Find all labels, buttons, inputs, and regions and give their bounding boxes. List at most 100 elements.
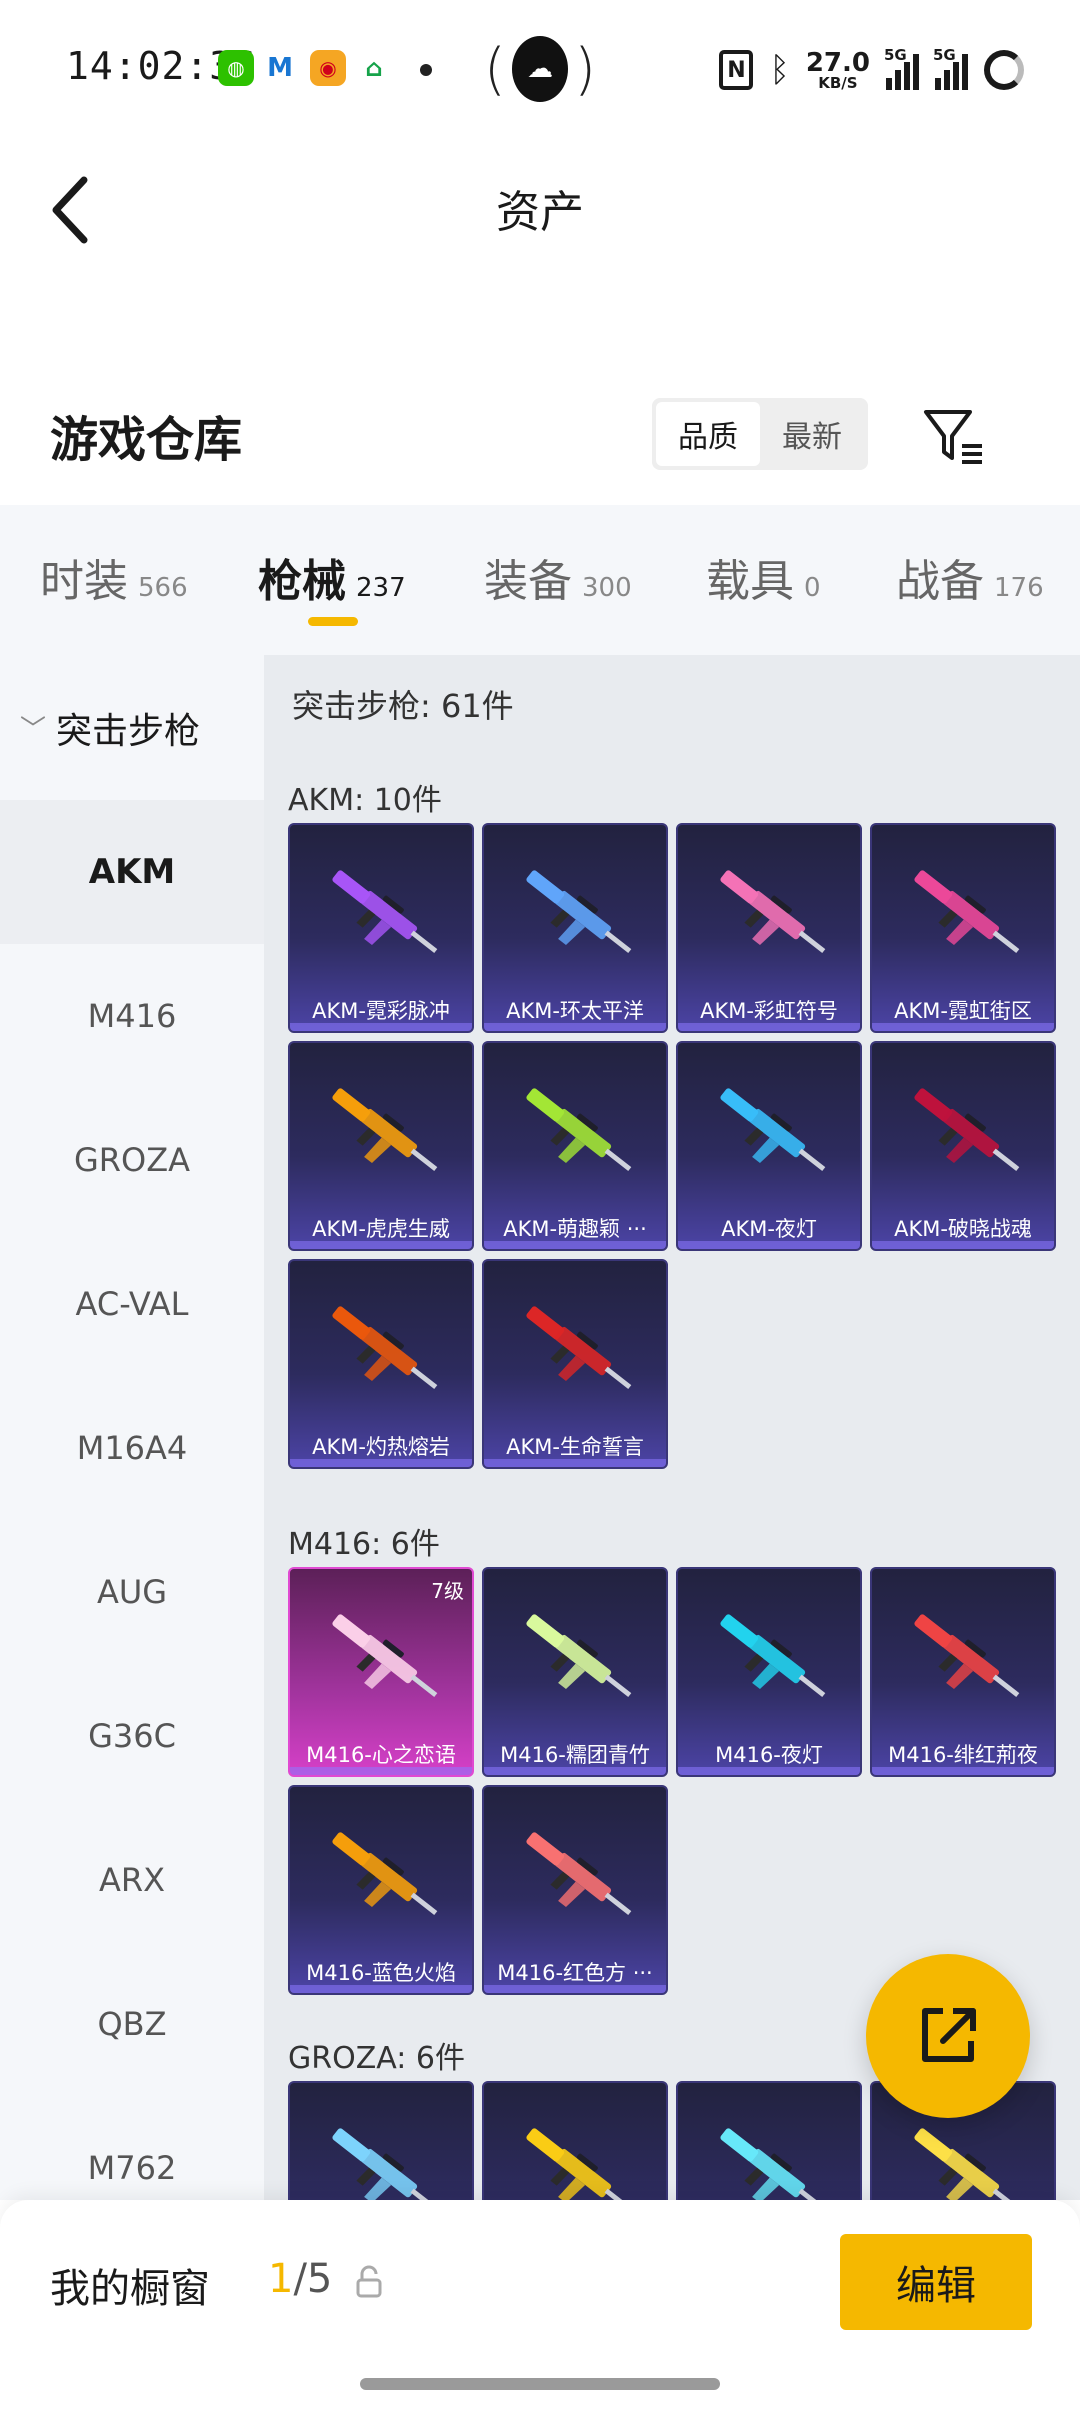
sidebar-item-arx[interactable]: ARX: [0, 1808, 264, 1952]
weapon-skin-image: [332, 1832, 438, 1916]
sort-toggle: 品质 最新: [652, 398, 868, 470]
bluetooth-icon: ᛒ: [769, 50, 790, 90]
active-tab-indicator: [308, 617, 358, 626]
sidebar-item-groza[interactable]: GROZA: [0, 1088, 264, 1232]
net-speed: 27.0 KB/S: [805, 47, 870, 92]
group-title: AKM: 10件: [288, 783, 442, 818]
status-bar: 14:02:36 ◍ M ◉ ⌂ ( ☁ ) N ᛒ 27.0 KB/S 5G …: [0, 0, 1080, 140]
weapon-card[interactable]: AKM-彩虹符号: [676, 823, 862, 1033]
page-title: 资产: [496, 187, 584, 238]
tab-vehicles[interactable]: 载具 0: [706, 545, 821, 609]
weapon-name: AKM-环太平洋: [506, 999, 644, 1023]
sidebar-item-ac-val[interactable]: AC-VAL: [0, 1232, 264, 1376]
weapon-name: M416-绯红荊夜: [888, 1743, 1038, 1767]
weapon-skin-image: [914, 870, 1020, 954]
sidebar-category-header[interactable]: ﹀ 突击步枪: [0, 655, 264, 800]
weapon-name: AKM-灼热熔岩: [312, 1435, 450, 1459]
weapon-name: AKM-霓彩脉冲: [312, 999, 450, 1023]
weapon-skin-image: [914, 1088, 1020, 1172]
weapon-sidebar: ﹀ 突击步枪 AKM M416 GROZA AC-VAL M16A4 AUG G36C ARX…: [0, 655, 264, 2200]
showcase-bar: 我的橱窗 1/5 编辑: [0, 2200, 1080, 2412]
lock-icon: [356, 2265, 382, 2298]
weapon-skin-image: [720, 870, 826, 954]
content-summary: 突击步枪: 61件: [292, 687, 514, 725]
weapon-name: AKM-生命誓言: [506, 1435, 644, 1459]
weapon-skin-image: [332, 2128, 438, 2200]
sidebar-item-aug[interactable]: AUG: [0, 1520, 264, 1664]
hotspot-pill: ( ☁ ): [484, 36, 596, 102]
weapon-name: AKM-彩虹符号: [700, 999, 838, 1023]
weapon-card[interactable]: M416-夜灯: [676, 1567, 862, 1777]
weapon-card[interactable]: M416-蓝色火焰: [288, 1785, 474, 1995]
share-button[interactable]: [866, 1954, 1030, 2118]
weibo-icon: ◉: [310, 50, 346, 86]
weapon-card[interactable]: 7级 M416-心之恋语: [288, 1567, 474, 1777]
sidebar-item-akm[interactable]: AKM: [0, 800, 264, 944]
weapon-skin-image: [720, 1614, 826, 1698]
sidebar-item-g36c[interactable]: G36C: [0, 1664, 264, 1808]
signal-icon: 5G: [884, 46, 919, 90]
weapon-skin-image: [914, 1614, 1020, 1698]
weapon-name: M416-蓝色火焰: [306, 1961, 456, 1985]
weapon-skin-image: [526, 870, 632, 954]
weapon-name: AKM-虎虎生威: [312, 1217, 450, 1241]
weapon-skin-image: [526, 2128, 632, 2200]
weapon-name: AKM-夜灯: [721, 1217, 817, 1241]
weapon-skin-image: [332, 1088, 438, 1172]
filter-icon[interactable]: [920, 404, 986, 470]
weapon-card[interactable]: AKM-生命誓言: [482, 1259, 668, 1469]
weapon-card[interactable]: M416-绯红荊夜: [870, 1567, 1056, 1777]
showcase-count: 1/5: [268, 2256, 333, 2302]
tab-fashion[interactable]: 时装 566: [40, 545, 188, 609]
skin-level-badge: 7级: [431, 1579, 464, 1603]
weapon-name: M416-心之恋语: [306, 1743, 456, 1767]
weapon-skin-image: [720, 1088, 826, 1172]
weapon-name: M416-糯团青竹: [500, 1743, 650, 1767]
sidebar-item-m16a4[interactable]: M16A4: [0, 1376, 264, 1520]
wechat-icon: ◍: [218, 50, 254, 86]
group-title: GROZA: 6件: [288, 2041, 465, 2076]
weapon-card[interactable]: AKM-环太平洋: [482, 823, 668, 1033]
weapon-skin-image: [526, 1306, 632, 1390]
weapon-card[interactable]: [676, 2081, 862, 2200]
weapon-name: AKM-破晓战魂: [894, 1217, 1032, 1241]
weapon-skin-image: [332, 1306, 438, 1390]
weapon-card[interactable]: AKM-霓虹街区: [870, 823, 1056, 1033]
tab-firearms[interactable]: 枪械 237: [258, 545, 406, 609]
weapon-card[interactable]: AKM-夜灯: [676, 1041, 862, 1251]
weapon-card[interactable]: AKM-灼热熔岩: [288, 1259, 474, 1469]
weapon-skin-image: [526, 1088, 632, 1172]
sidebar-item-m416[interactable]: M416: [0, 944, 264, 1088]
warehouse-title: 游戏仓库: [50, 412, 243, 468]
weapon-name: M416-红色方 ···: [497, 1961, 653, 1985]
weapon-skin-image: [332, 870, 438, 954]
tab-equipment[interactable]: 装备 300: [484, 545, 632, 609]
weapon-name: AKM-霓虹街区: [894, 999, 1032, 1023]
sidebar-item-qbz[interactable]: QBZ: [0, 1952, 264, 2096]
nfc-icon: N: [719, 50, 754, 90]
weapon-card[interactable]: [288, 2081, 474, 2200]
weapon-card[interactable]: AKM-破晓战魂: [870, 1041, 1056, 1251]
weapon-skin-image: [332, 1614, 438, 1698]
sidebar-item-m762[interactable]: M762: [0, 2096, 264, 2200]
tab-supplies[interactable]: 战备 176: [896, 545, 1044, 609]
home-indicator: [360, 2378, 720, 2390]
sort-quality-button[interactable]: 品质: [656, 402, 760, 466]
weapon-card[interactable]: [482, 2081, 668, 2200]
signal-icon-2: 5G: [933, 46, 968, 90]
weapon-card[interactable]: AKM-霓彩脉冲: [288, 823, 474, 1033]
home-app-icon: ⌂: [356, 50, 392, 86]
weapon-card[interactable]: M416-红色方 ···: [482, 1785, 668, 1995]
group-title: M416: 6件: [288, 1527, 440, 1562]
sort-newest-button[interactable]: 最新: [760, 402, 864, 466]
weapon-skin-image: [914, 2128, 1020, 2200]
weapon-card[interactable]: AKM-萌趣颖 ···: [482, 1041, 668, 1251]
edit-button[interactable]: 编辑: [840, 2234, 1032, 2330]
weapon-card[interactable]: AKM-虎虎生威: [288, 1041, 474, 1251]
weapon-skin-image: [720, 2128, 826, 2200]
weapon-name: AKM-萌趣颖 ···: [503, 1217, 647, 1241]
category-tabs: 时装 566 枪械 237 装备 300 载具 0 战备 176: [0, 505, 1080, 655]
weapon-card[interactable]: M416-糯团青竹: [482, 1567, 668, 1777]
weapon-skin-image: [526, 1614, 632, 1698]
weapon-name: M416-夜灯: [715, 1743, 823, 1767]
